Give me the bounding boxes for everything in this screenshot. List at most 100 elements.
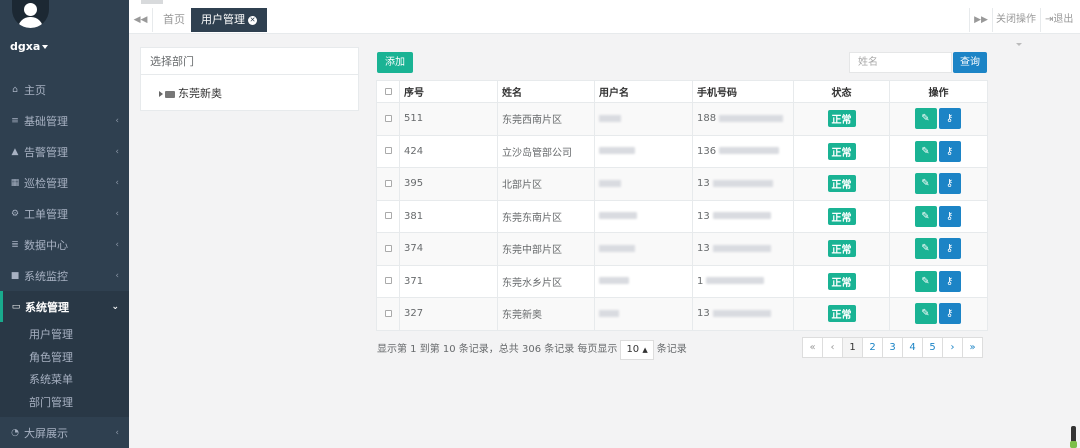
row-checkbox[interactable] bbox=[384, 277, 392, 285]
name-search-input[interactable] bbox=[849, 52, 952, 73]
sidebar-item-inspection[interactable]: ▦ 巡检管理 ‹ bbox=[0, 167, 129, 198]
table-row[interactable]: 381 东莞东南片区 13 正常 ✎ ⚷ bbox=[376, 199, 988, 233]
avatar[interactable] bbox=[12, 0, 49, 28]
cell-username bbox=[594, 134, 693, 168]
select-all-checkbox[interactable] bbox=[384, 87, 392, 95]
page-button-2[interactable]: 2 bbox=[862, 337, 883, 358]
submenu-role[interactable]: 角色管理 bbox=[29, 349, 73, 365]
tab-home[interactable]: 首页 bbox=[153, 8, 195, 32]
search-button[interactable]: 查询 bbox=[953, 52, 987, 73]
sidebar-item-monitor[interactable]: ■ 系统监控 ‹ bbox=[0, 260, 129, 291]
reset-password-button[interactable]: ⚷ bbox=[938, 140, 961, 162]
row-checkbox[interactable] bbox=[384, 179, 392, 187]
edit-button[interactable]: ✎ bbox=[914, 205, 937, 227]
col-header-phone[interactable]: 手机号码 bbox=[692, 80, 794, 103]
edit-button[interactable]: ✎ bbox=[914, 270, 937, 292]
add-button[interactable]: 添加 bbox=[377, 52, 413, 73]
sidebar-item-alarm[interactable]: ▲ 告警管理 ‹ bbox=[0, 136, 129, 167]
list-icon: ≡ bbox=[11, 115, 19, 126]
user-menu[interactable]: dgxa bbox=[10, 40, 49, 53]
row-checkbox[interactable] bbox=[384, 114, 392, 122]
cell-phone: 13 bbox=[692, 232, 794, 266]
sidebar-item-screen[interactable]: ◔ 大屏展示 ‹ bbox=[0, 417, 129, 448]
col-header-id[interactable]: 序号 bbox=[399, 80, 498, 103]
cell-status: 正常 bbox=[793, 102, 890, 136]
cell-phone: 13 bbox=[692, 167, 794, 201]
row-checkbox[interactable] bbox=[384, 212, 392, 220]
cell-id: 381 bbox=[399, 199, 498, 233]
sidebar-item-label: 工单管理 bbox=[24, 207, 68, 221]
submenu-menu[interactable]: 系统菜单 bbox=[29, 371, 73, 387]
username-label: dgxa bbox=[10, 40, 41, 53]
table-row[interactable]: 511 东莞西南片区 188 正常 ✎ ⚷ bbox=[376, 102, 988, 136]
submenu-dept[interactable]: 部门管理 bbox=[29, 394, 73, 410]
tab-user-management[interactable]: 用户管理 ✕ bbox=[191, 8, 267, 32]
col-header-status[interactable]: 状态 bbox=[793, 80, 890, 103]
tab-scroll-right-button[interactable]: ▶▶ bbox=[969, 8, 993, 32]
row-checkbox[interactable] bbox=[384, 244, 392, 252]
sidebar-item-label: 系统管理 bbox=[25, 300, 69, 314]
table-row[interactable]: 371 东莞水乡片区 1 正常 ✎ ⚷ bbox=[376, 264, 988, 298]
reset-password-button[interactable]: ⚷ bbox=[938, 238, 961, 260]
page-button-3[interactable]: 3 bbox=[882, 337, 903, 358]
expand-icon[interactable] bbox=[159, 91, 163, 97]
phone-prefix: 13 bbox=[697, 243, 710, 255]
department-panel-title: 选择部门 bbox=[141, 48, 358, 75]
page-size-select[interactable]: 10 ▲ bbox=[620, 340, 654, 360]
sidebar-item-home[interactable]: ⌂ 主页 bbox=[0, 74, 129, 105]
col-header-name[interactable]: 姓名 bbox=[497, 80, 595, 103]
edit-button[interactable]: ✎ bbox=[914, 238, 937, 260]
row-checkbox[interactable] bbox=[384, 309, 392, 317]
sidebar-item-label: 基础管理 bbox=[24, 114, 68, 128]
col-header-username[interactable]: 用户名 bbox=[594, 80, 693, 103]
page-button-5[interactable]: 5 bbox=[922, 337, 943, 358]
reset-password-button[interactable]: ⚷ bbox=[938, 205, 961, 227]
sidebar-item-basic[interactable]: ≡ 基础管理 ‹ bbox=[0, 105, 129, 136]
edit-button[interactable]: ✎ bbox=[914, 140, 937, 162]
submenu-user[interactable]: 用户管理 bbox=[29, 326, 73, 342]
reset-password-button[interactable]: ⚷ bbox=[938, 108, 961, 130]
page-button-4[interactable]: 4 bbox=[902, 337, 923, 358]
edit-button[interactable]: ✎ bbox=[914, 303, 937, 325]
table-header-row: 序号 姓名 用户名 手机号码 状态 操作 bbox=[376, 80, 988, 103]
redacted-username bbox=[599, 147, 635, 155]
status-badge: 正常 bbox=[827, 240, 856, 258]
page-next-button[interactable]: › bbox=[942, 337, 963, 358]
tab-scroll-left-button[interactable]: ◀◀ bbox=[129, 8, 153, 32]
redacted-phone bbox=[712, 244, 771, 252]
sidebar-item-label: 系统监控 bbox=[24, 269, 68, 283]
page-button-1[interactable]: 1 bbox=[842, 337, 863, 358]
table-row[interactable]: 374 东莞中部片区 13 正常 ✎ ⚷ bbox=[376, 232, 988, 266]
table-row[interactable]: 327 东莞新奥 13 正常 ✎ ⚷ bbox=[376, 297, 988, 331]
page-first-button[interactable]: « bbox=[802, 337, 823, 358]
page-last-button[interactable]: » bbox=[962, 337, 983, 358]
chevron-left-icon: ‹ bbox=[115, 116, 119, 126]
user-table: 序号 姓名 用户名 手机号码 状态 操作 511 东莞西南片区 188 正常 ✎ ⚷ 424… bbox=[376, 80, 988, 331]
chevron-left-icon: ‹ bbox=[115, 271, 119, 281]
tree-node-label: 东莞新奥 bbox=[178, 87, 222, 100]
row-checkbox[interactable] bbox=[384, 147, 392, 155]
close-icon[interactable]: ✕ bbox=[248, 15, 257, 25]
tab-bar: ◀◀ 首页 用户管理 ✕ ▶▶ 关闭操作 ⇥退出 bbox=[129, 0, 1080, 34]
cell-actions: ✎ ⚷ bbox=[889, 134, 988, 168]
row-select-cell bbox=[376, 297, 400, 331]
sidebar-item-workorder[interactable]: ⚙ 工单管理 ‹ bbox=[0, 198, 129, 229]
cell-id: 374 bbox=[399, 232, 498, 266]
logout-button[interactable]: ⇥退出 bbox=[1040, 8, 1073, 32]
sidebar-item-system[interactable]: ▭ 系统管理 ⌄ bbox=[0, 291, 129, 322]
table-row[interactable]: 424 立沙岛管部公司 136 正常 ✎ ⚷ bbox=[376, 134, 988, 168]
reset-password-button[interactable]: ⚷ bbox=[938, 303, 961, 325]
close-operations-button[interactable]: 关闭操作 bbox=[996, 8, 1036, 32]
reset-password-button[interactable]: ⚷ bbox=[938, 173, 961, 195]
table-row[interactable]: 395 北部片区 13 正常 ✎ ⚷ bbox=[376, 167, 988, 201]
tree-node-root[interactable]: 东莞新奥 bbox=[159, 85, 222, 101]
reset-password-button[interactable]: ⚷ bbox=[938, 270, 961, 292]
cell-actions: ✎ ⚷ bbox=[889, 297, 988, 331]
cell-status: 正常 bbox=[793, 232, 890, 266]
edit-button[interactable]: ✎ bbox=[914, 173, 937, 195]
phone-prefix: 136 bbox=[697, 145, 717, 157]
sidebar-item-datacenter[interactable]: ≣ 数据中心 ‹ bbox=[0, 229, 129, 260]
sidebar-item-label: 数据中心 bbox=[24, 238, 68, 252]
edit-button[interactable]: ✎ bbox=[914, 108, 937, 130]
page-prev-button[interactable]: ‹ bbox=[822, 337, 843, 358]
